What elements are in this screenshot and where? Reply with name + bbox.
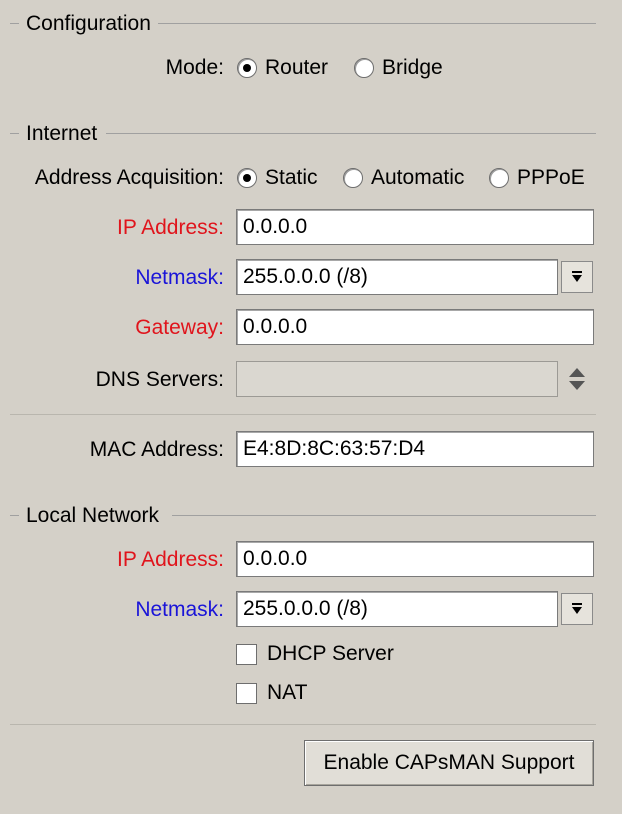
dhcp-server-label: DHCP Server [267, 642, 394, 665]
internet-netmask-select[interactable]: 255.0.0.0 (/8) [236, 259, 558, 295]
radio-label-bridge: Bridge [382, 56, 443, 79]
internet-ip-address-label: IP Address: [116, 216, 224, 239]
acquisition-static-radio[interactable]: Static [237, 165, 318, 191]
local-network-title: Local Network [26, 503, 166, 529]
local-ip-address-input[interactable]: 0.0.0.0 [236, 541, 594, 577]
separator [10, 724, 596, 725]
separator [10, 414, 596, 415]
checkbox-box [236, 643, 257, 665]
radio-circle [354, 58, 374, 78]
dropdown-arrow-icon[interactable] [561, 593, 593, 625]
radio-circle [343, 168, 363, 188]
group-line [158, 23, 596, 24]
group-dash [10, 23, 19, 24]
gateway-label: Gateway: [135, 316, 224, 339]
mac-address-input[interactable]: E4:8D:8C:63:57:D4 [236, 431, 594, 467]
dns-servers-label: DNS Servers: [95, 368, 224, 391]
local-netmask-select[interactable]: 255.0.0.0 (/8) [236, 591, 558, 627]
radio-label-pppoe: PPPoE [517, 166, 585, 189]
acquisition-automatic-radio[interactable]: Automatic [343, 165, 464, 191]
internet-group-header: Internet [0, 121, 622, 147]
radio-label-router: Router [265, 56, 329, 79]
radio-circle-checked [237, 168, 257, 188]
enable-capsman-button[interactable]: Enable CAPsMAN Support [304, 740, 594, 786]
gateway-input[interactable]: 0.0.0.0 [236, 309, 594, 345]
group-dash [10, 133, 19, 134]
radio-circle-checked [237, 58, 257, 78]
mode-router-radio[interactable]: Router [237, 55, 328, 81]
dns-servers-input[interactable] [236, 361, 558, 397]
mode-bridge-radio[interactable]: Bridge [354, 55, 443, 81]
mac-address-label: MAC Address: [89, 438, 224, 461]
group-line [106, 133, 596, 134]
internet-title: Internet [26, 121, 104, 147]
configuration-group-header: Configuration [0, 11, 622, 37]
radio-label-automatic: Automatic [371, 166, 465, 189]
internet-netmask-label: Netmask: [135, 266, 224, 289]
internet-ip-address-input[interactable]: 0.0.0.0 [236, 209, 594, 245]
acquisition-pppoe-radio[interactable]: PPPoE [489, 165, 585, 191]
local-netmask-label: Netmask: [135, 598, 224, 621]
checkbox-box [236, 682, 257, 704]
radio-label-static: Static [265, 166, 318, 189]
mode-label: Mode: [165, 56, 224, 79]
group-dash [10, 515, 19, 516]
nat-checkbox[interactable]: NAT [236, 680, 307, 706]
nat-label: NAT [267, 681, 308, 704]
up-down-spin-icon[interactable] [566, 364, 588, 394]
address-acquisition-label: Address Acquisition: [34, 166, 224, 189]
dhcp-server-checkbox[interactable]: DHCP Server [236, 641, 394, 667]
local-ip-address-label: IP Address: [116, 548, 224, 571]
configuration-title: Configuration [26, 11, 157, 37]
radio-circle [489, 168, 509, 188]
local-network-group-header: Local Network [0, 503, 622, 529]
group-line [172, 515, 596, 516]
dropdown-arrow-icon[interactable] [561, 261, 593, 293]
